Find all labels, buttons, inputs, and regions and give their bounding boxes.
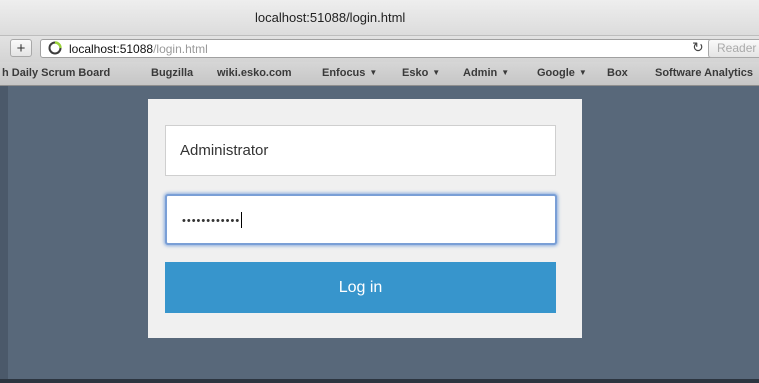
username-input[interactable] [165, 125, 556, 176]
address-bar[interactable]: localhost:51088/login.html [40, 39, 730, 58]
chevron-down-icon: ▼ [578, 68, 587, 77]
bookmark-label: wiki.esko.com [217, 67, 292, 79]
bookmark-bugzilla[interactable]: Bugzilla [151, 67, 193, 79]
reload-icon[interactable]: ↻ [692, 38, 704, 56]
password-input[interactable]: •••••••••••• [165, 194, 557, 245]
login-button[interactable]: Log in [165, 262, 556, 313]
bookmark-box[interactable]: Box [607, 67, 628, 79]
new-tab-button[interactable]: + [10, 39, 32, 57]
password-mask: •••••••••••• [182, 212, 243, 228]
bookmark-label: Bugzilla [151, 67, 194, 79]
title-bar: localhost:51088/login.html [0, 0, 759, 36]
bookmark-label: Enfocus [322, 67, 366, 79]
bookmark-google-menu[interactable]: Google ▼ [537, 67, 587, 79]
text-cursor [241, 212, 243, 228]
bookmark-daily-scrum-board[interactable]: h Daily Scrum Board [2, 67, 110, 79]
url-text[interactable]: localhost:51088/login.html [69, 42, 208, 56]
password-dots: •••••••••••• [182, 215, 241, 227]
bookmark-software-analytics[interactable]: Software Analytics [655, 67, 753, 79]
window-title: localhost:51088/login.html [255, 10, 406, 25]
chevron-down-icon: ▼ [432, 68, 441, 77]
navigation-toolbar: + localhost:51088/login.html [0, 36, 759, 62]
bookmark-label: Google [537, 67, 575, 79]
bookmark-label: Box [607, 67, 628, 79]
bookmarks-bar: h Daily Scrum Board Bugzilla wiki.esko.c… [0, 62, 759, 86]
browser-window: localhost:51088/login.html + localhost:5… [0, 0, 759, 383]
bookmark-wiki-esko[interactable]: wiki.esko.com [217, 67, 292, 79]
url-path: /login.html [153, 42, 208, 56]
page-loading-icon [48, 41, 62, 55]
window-frame-left [0, 86, 8, 383]
bookmark-label: Esko [402, 67, 429, 79]
window-frame-bottom [0, 379, 759, 383]
login-panel: •••••••••••• Log in [148, 99, 582, 338]
bookmark-label: Software Analytics [655, 67, 754, 79]
bookmark-label: Admin [463, 67, 498, 79]
bookmark-label: h Daily Scrum Board [2, 67, 111, 79]
bookmark-enfocus-menu[interactable]: Enfocus ▼ [322, 67, 377, 79]
bookmark-esko-menu[interactable]: Esko ▼ [402, 67, 440, 79]
bookmark-admin-menu[interactable]: Admin ▼ [463, 67, 509, 79]
reader-button[interactable]: Reader [708, 39, 759, 58]
chevron-down-icon: ▼ [501, 68, 510, 77]
url-host: localhost:51088 [69, 42, 154, 56]
chevron-down-icon: ▼ [369, 68, 378, 77]
